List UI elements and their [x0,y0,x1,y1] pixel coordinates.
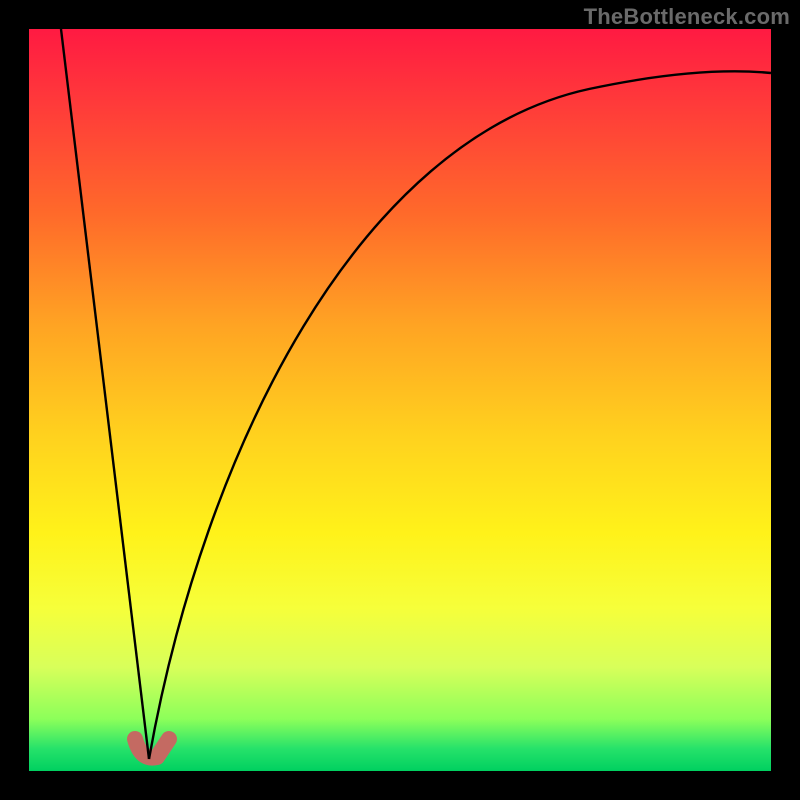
gradient-plot-area [29,29,771,771]
curve-right-branch [149,71,771,759]
curve-layer [29,29,771,771]
chart-frame: TheBottleneck.com [0,0,800,800]
curve-left-branch [61,29,149,759]
watermark-text: TheBottleneck.com [584,4,790,30]
